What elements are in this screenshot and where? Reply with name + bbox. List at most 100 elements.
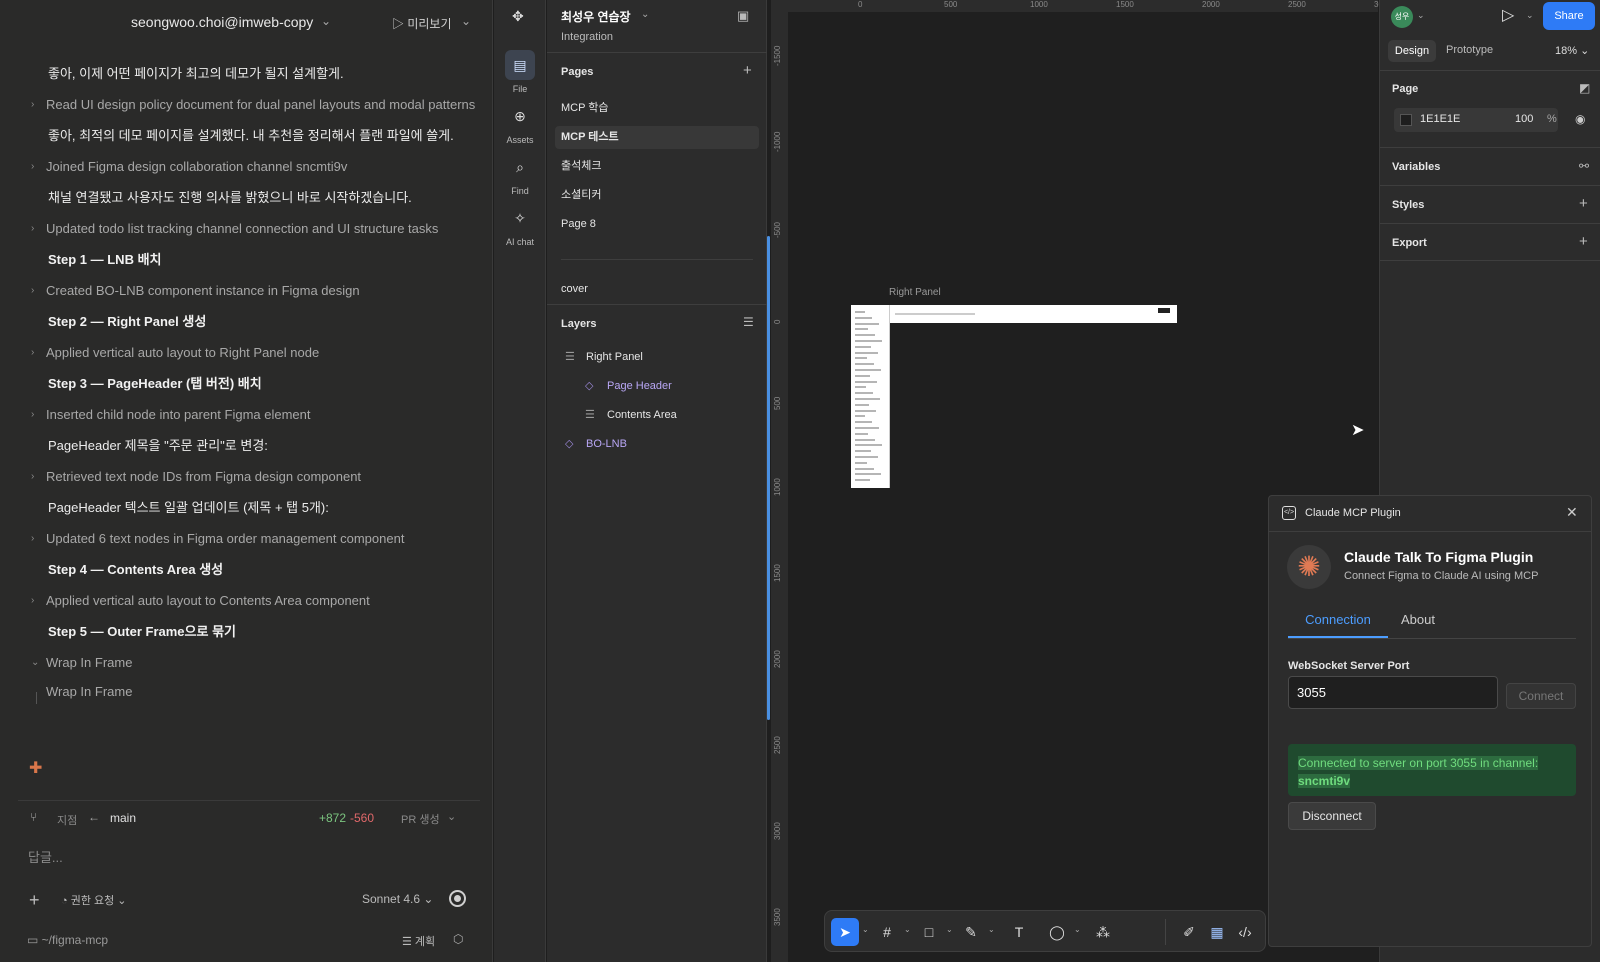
figma-tool-strip: ✥ ▤ File ⊕ Assets ⌕ Find ✧ AI chat [494,0,546,962]
tab-about[interactable]: About [1401,606,1435,634]
design-mode-icon[interactable]: ▦ [1203,918,1231,946]
chevron-down-icon[interactable]: ⌄ [321,14,331,28]
preview-button[interactable]: ▷ 미리보기 [392,15,452,32]
account-selector[interactable]: seongwoo.choi@imweb-copy [131,14,313,30]
tool-call-row[interactable]: › Joined Figma design collaboration chann… [0,155,480,179]
disconnect-button[interactable]: Disconnect [1288,802,1376,830]
tool-call-row[interactable]: › Updated todo list tracking channel conn… [0,217,480,241]
chevron-down-icon[interactable]: ⌄ [1074,925,1081,934]
chevron-right-icon[interactable]: › [31,403,43,427]
tab-prototype[interactable]: Prototype [1446,44,1493,56]
actions-tool-icon[interactable]: ⁂ [1089,918,1117,946]
tool-call-row[interactable]: › Read UI design policy document for dual… [0,93,480,117]
chevron-down-icon[interactable]: ⌄ [1526,10,1534,21]
color-hex[interactable]: 1E1E1E [1420,113,1460,125]
chevron-down-icon[interactable]: ⌄ [641,9,649,20]
chevron-down-icon[interactable]: ⌄ [461,14,471,28]
page-item[interactable]: 소셜티커 [555,184,759,207]
chevron-down-icon[interactable]: ⌄ [1417,10,1425,21]
branch-name[interactable]: main [110,811,136,825]
permission-mode-button[interactable]: ◔ 권한 요청 ⌄ [61,892,127,908]
create-pr-button[interactable]: PR 생성 [401,811,440,827]
text-tool-icon[interactable]: T [1005,918,1033,946]
draw-mode-icon[interactable]: ✐ [1175,918,1203,946]
eye-icon[interactable]: ◉ [1575,112,1585,126]
strip-assets[interactable]: ⊕ Assets [494,101,546,145]
tool-call-row[interactable]: › Created BO-LNB component instance in Fi… [0,279,480,303]
page-item-cover[interactable]: cover [555,278,759,301]
file-title[interactable]: 최성우 연습장 [561,8,631,25]
tool-call-row[interactable]: ⌄ Wrap In Frame [0,651,480,675]
chevron-down-icon[interactable]: ⌄ [988,925,995,934]
layer-item[interactable]: ☰ Right Panel [555,345,759,369]
add-style-button[interactable]: + [1579,195,1588,212]
strip-ai-chat[interactable]: ✧ AI chat [494,203,546,247]
chevron-right-icon[interactable]: › [31,589,43,613]
color-opacity[interactable]: 100 [1515,113,1533,125]
chevron-down-icon[interactable]: ⌄ [31,651,43,675]
chevron-right-icon[interactable]: › [31,93,43,117]
chevron-right-icon[interactable]: › [31,341,43,365]
tool-call-row[interactable]: › Retrieved text node IDs from Figma desi… [0,465,480,489]
tool-call-row[interactable]: › Inserted child node into parent Figma e… [0,403,480,427]
layer-item[interactable]: ◇ BO-LNB [555,432,759,456]
page-item[interactable]: MCP 학습 [555,97,759,120]
chevron-down-icon[interactable]: ⌄ [862,925,869,934]
tool-call-row[interactable]: › Applied vertical auto layout to Content… [0,589,480,613]
frame-tool-icon[interactable]: # [873,918,901,946]
model-selector[interactable]: Sonnet 4.6 ⌄ [362,892,433,906]
pen-tool-icon[interactable]: ✎ [957,918,985,946]
chevron-down-icon[interactable]: ⌄ [904,925,911,934]
zoom-selector[interactable]: 18% ⌄ [1555,44,1589,57]
layer-item[interactable]: ☰ Contents Area [555,403,759,427]
page-style-icon[interactable]: ◩ [1579,81,1590,95]
port-input[interactable] [1288,676,1498,709]
avatar[interactable]: 성우 [1391,6,1413,28]
scrollbar[interactable] [767,236,770,720]
add-attachment-button[interactable]: + [29,890,40,911]
variables-icon[interactable]: ⚯ [1579,159,1589,173]
chevron-right-icon[interactable]: › [31,217,43,241]
page-item[interactable]: 출석체크 [555,155,759,178]
move-tool-icon[interactable]: ➤ [831,918,859,946]
message-text: Retrieved text node IDs from Figma desig… [46,469,362,484]
cube-icon[interactable]: ⬡ [453,932,463,946]
comment-tool-icon[interactable]: ◯ [1043,918,1071,946]
chevron-right-icon[interactable]: › [31,279,43,303]
frame-lnb[interactable] [851,305,890,488]
stop-button[interactable] [449,890,466,907]
ruler-tick: 3500 [773,908,782,926]
tool-call-row[interactable]: › Updated 6 text nodes in Figma order man… [0,527,480,551]
tool-call-row[interactable]: › Applied vertical auto layout to Right P… [0,341,480,365]
reply-input[interactable] [16,846,478,868]
page-item[interactable]: MCP 테스트 [555,126,759,149]
share-button[interactable]: Share [1543,2,1595,30]
chevron-right-icon[interactable]: › [31,527,43,551]
plan-button[interactable]: ☰ 계획 [402,933,435,949]
layer-item[interactable]: ◇ Page Header [555,374,759,398]
strip-file[interactable]: ▤ File [494,50,546,94]
chevron-down-icon[interactable]: ⌄ [946,925,953,934]
panel-toggle-icon[interactable]: ▣ [737,8,749,24]
rectangle-tool-icon[interactable]: □ [915,918,943,946]
strip-find[interactable]: ⌕ Find [494,152,546,196]
chevron-right-icon[interactable]: › [31,465,43,489]
add-export-button[interactable]: + [1579,233,1588,250]
color-swatch[interactable] [1400,114,1412,126]
tab-connection[interactable]: Connection [1288,606,1388,638]
close-icon[interactable]: ✕ [1566,504,1578,521]
add-page-button[interactable]: + [743,62,752,79]
dev-mode-icon[interactable]: ‹/› [1231,918,1259,946]
chevron-right-icon[interactable]: › [31,155,43,179]
tab-design[interactable]: Design [1388,40,1436,62]
figma-logo-icon[interactable]: ✥ [512,8,524,25]
page-item[interactable]: Page 8 [555,213,759,236]
page-color-field[interactable]: 1E1E1E 100 % [1394,108,1558,132]
frame-header-bar[interactable] [851,305,1177,323]
frame-label[interactable]: Right Panel [889,287,941,298]
chevron-down-icon[interactable]: ⌄ [447,810,456,823]
connect-button[interactable]: Connect [1506,683,1576,709]
present-button[interactable]: ▷ [1502,5,1514,25]
chat-message: Step 3 — PageHeader (탭 버전) 배치 [0,372,480,396]
layers-list-icon[interactable]: ☰ [743,315,754,329]
